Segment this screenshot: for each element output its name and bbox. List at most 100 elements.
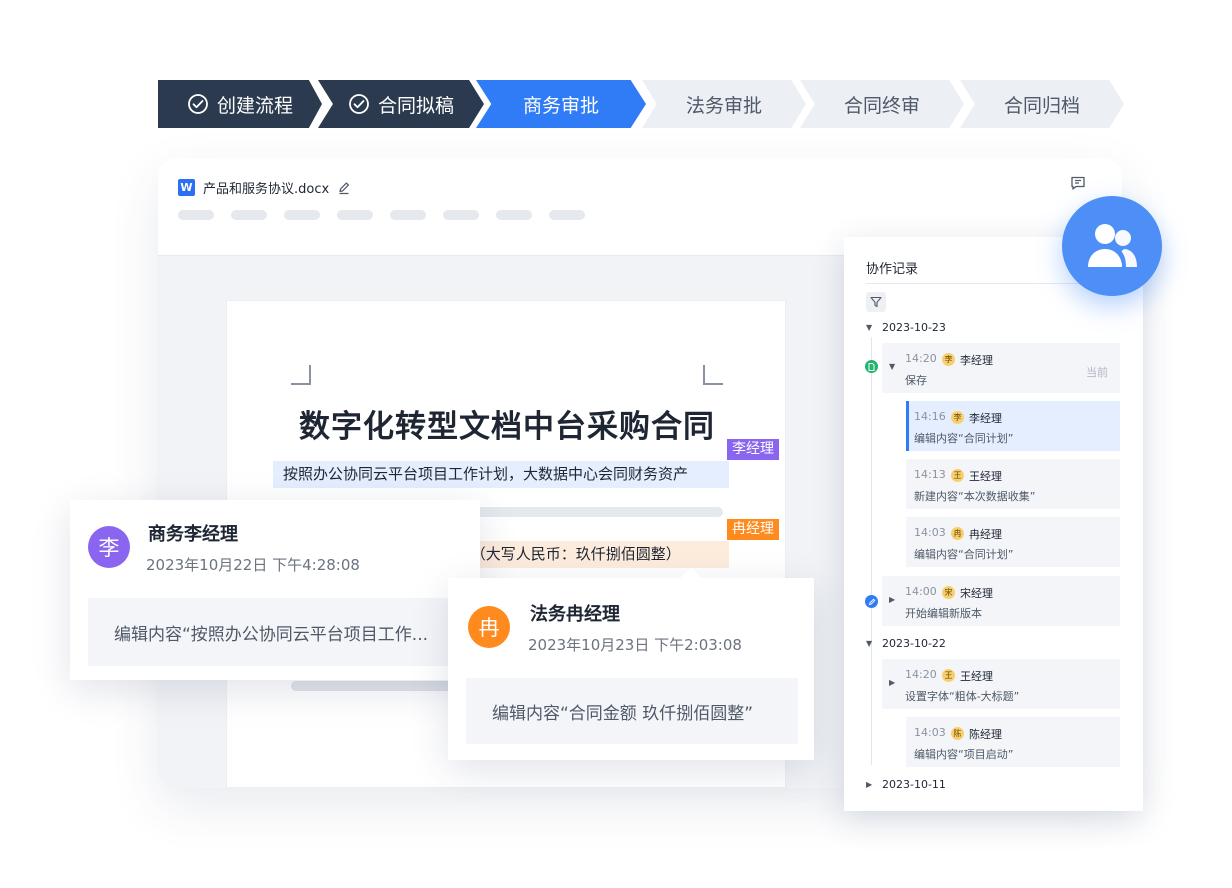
history-entry[interactable]: ▶ 14:00 宋 宋经理 开始编辑新版本 [882,576,1120,626]
comment-content: 编辑内容“合同金额 玖仟捌佰圆整” [466,678,798,744]
crop-mark [291,365,311,385]
users-icon [1088,224,1137,267]
comment-time: 2023年10月23日 下午2:03:08 [528,636,742,654]
toolbar-placeholder [178,210,585,220]
avatar: 李 [88,526,130,568]
entry-author: 王经理 [960,670,993,683]
entry-author: 李经理 [960,354,993,367]
date-group-toggle[interactable]: ▼ 2023-10-23 [866,321,946,334]
toolbar-pill[interactable] [231,210,267,220]
entry-time: 14:03 [914,726,946,739]
word-file-icon: W [178,179,195,196]
comment-card-ran[interactable]: 冉 法务冉经理 2023年10月23日 下午2:03:08 编辑内容“合同金额 … [448,568,814,760]
avatar: 王 [942,669,955,682]
entry-author: 宋经理 [960,587,993,600]
collaboration-panel: 协作记录 ▼ 2023-10-23 ▼ 14:20 李 李经理 保存 当前 14… [844,237,1143,811]
entry-time: 14:16 [914,410,946,423]
history-entry[interactable]: 14:03 冉 冉经理 编辑内容“合同计划” [906,517,1120,567]
editor-tag-li: 李经理 [727,439,779,460]
toolbar-pill[interactable] [178,210,214,220]
collaborators-button[interactable] [1062,196,1162,296]
step-label: 合同归档 [1003,94,1080,117]
edit-icon [865,595,878,608]
entry-time: 14:00 [905,585,937,598]
toolbar-pill[interactable] [443,210,479,220]
date-label: 2023-10-22 [882,637,946,650]
comment-content: 编辑内容“按照办公协同云平台项目工作... [88,598,462,666]
step-final-review[interactable]: 合同终审 [800,80,964,128]
entry-description: 编辑内容“合同计划” [914,432,1014,445]
pencil-icon[interactable] [337,181,351,195]
comment-card-li[interactable]: 李 商务李经理 2023年10月22日 下午4:28:08 编辑内容“按照办公协… [70,500,480,680]
history-entry[interactable]: 14:03 陈 陈经理 编辑内容“项目启动” [906,717,1120,767]
caret-down-icon: ▼ [866,323,873,332]
entry-time: 14:03 [914,526,946,539]
toolbar-pill[interactable] [337,210,373,220]
caret-down-icon: ▼ [889,362,896,371]
entry-description: 设置字体“粗体-大标题” [905,690,1020,703]
history-entry[interactable]: 14:13 王 王经理 新建内容“本次数据收集” [906,459,1120,509]
entry-time: 14:20 [905,352,937,365]
entry-time: 14:20 [905,668,937,681]
file-name: 产品和服务协议.docx [203,182,330,197]
comment-time: 2023年10月22日 下午4:28:08 [146,556,360,574]
approval-step-bar: 创建流程 合同拟稿 商务审批 法务审批 合同终审 合同归档 [158,80,1124,128]
avatar: 王 [951,469,964,482]
comment-author: 法务冉经理 [530,604,620,625]
entry-time: 14:13 [914,468,946,481]
comment-author: 商务李经理 [148,524,238,545]
comment-icon[interactable] [1070,175,1086,191]
caret-right-icon: ▶ [889,678,896,687]
step-contract-draft[interactable]: 合同拟稿 [318,80,484,128]
file-name-row: W 产品和服务协议.docx [178,178,351,197]
avatar: 陈 [951,727,964,740]
filter-icon [870,296,882,308]
entry-author: 冉经理 [969,528,1002,541]
step-label: 法务审批 [685,94,762,117]
editor-tag-ran: 冉经理 [727,519,779,540]
step-label: 创建流程 [216,94,293,117]
step-label: 合同拟稿 [377,94,454,117]
date-group-toggle[interactable]: ▶ 2023-10-11 [866,778,946,791]
entry-description: 保存 [905,374,927,387]
step-create-process[interactable]: 创建流程 [158,80,322,128]
date-group-toggle[interactable]: ▼ 2023-10-22 [866,637,946,650]
toolbar-pill[interactable] [496,210,532,220]
step-archive[interactable]: 合同归档 [960,80,1124,128]
entry-description: 新建内容“本次数据收集” [914,490,1036,503]
caret-right-icon: ▶ [889,595,896,604]
history-entry[interactable]: 14:16 李 李经理 编辑内容“合同计划” [906,401,1120,451]
caret-down-icon: ▼ [866,639,873,648]
timeline-line [871,337,872,765]
date-label: 2023-10-11 [882,778,946,791]
entry-description: 编辑内容“合同计划” [914,548,1014,561]
entry-description: 编辑内容“项目启动” [914,748,1014,761]
crop-mark [703,365,723,385]
entry-author: 李经理 [969,412,1002,425]
step-business-approval[interactable]: 商务审批 [476,80,646,128]
avatar: 宋 [942,586,955,599]
step-label: 商务审批 [522,94,599,117]
toolbar-pill[interactable] [284,210,320,220]
panel-title: 协作记录 [866,262,919,277]
avatar: 李 [951,411,964,424]
step-label: 合同终审 [843,94,920,117]
highlighted-text-ran[interactable]: 元 （大写人民币：玖仟捌佰圆整） [443,541,729,568]
date-label: 2023-10-23 [882,321,946,334]
highlighted-text-li[interactable]: 按照办公协同云平台项目工作计划，大数据中心会同财务资产 [273,461,729,488]
toolbar-pill[interactable] [390,210,426,220]
step-legal-approval[interactable]: 法务审批 [642,80,806,128]
document-icon [865,360,878,373]
history-entry[interactable]: ▼ 14:20 李 李经理 保存 当前 [882,343,1120,393]
document-title: 数字化转型文档中台采购合同 [299,409,715,445]
entry-description: 开始编辑新版本 [905,607,982,620]
check-circle-icon [187,93,209,115]
check-circle-icon [348,93,370,115]
toolbar-pill[interactable] [549,210,585,220]
filter-button[interactable] [866,292,886,312]
avatar: 李 [942,353,955,366]
history-entry[interactable]: ▶ 14:20 王 王经理 设置字体“粗体-大标题” [882,659,1120,709]
entry-author: 陈经理 [969,728,1002,741]
caret-right-icon: ▶ [866,780,873,789]
avatar: 冉 [468,606,510,648]
